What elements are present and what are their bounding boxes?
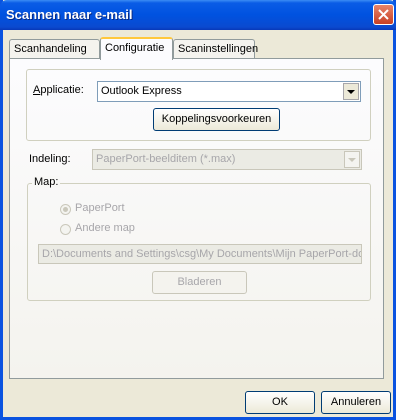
application-group: Applicatie: Outlook Express Koppelingsvo… [26,69,371,141]
window-title: Scannen naar e-mail [6,7,133,22]
tab-scanhandeling[interactable]: Scanhandeling [9,39,100,59]
chevron-down-icon [348,158,356,162]
configuratie-panel: Applicatie: Outlook Express Koppelingsvo… [9,58,384,379]
tab-scaninstellingen[interactable]: Scaninstellingen [173,39,259,59]
cancel-button[interactable]: Annuleren [321,391,391,414]
dialog-window: Scannen naar e-mail Scanhandeling Config… [0,0,396,420]
browse-button[interactable]: Bladeren [152,271,247,294]
paperport-option-label: PaperPort [75,202,125,214]
format-label: Indeling: [29,153,71,165]
radio-dot [63,207,68,212]
dropdown-button [344,151,360,168]
application-label: Applicatie: [33,84,84,96]
tab-label: Scanhandeling [14,43,87,55]
tab-configuratie[interactable]: Configuratie [100,37,173,60]
other-folder-option-label: Andere map [75,222,135,234]
application-select[interactable]: Outlook Express [97,81,361,102]
ok-button[interactable]: OK [245,391,315,414]
chevron-down-icon [347,90,355,94]
close-button[interactable] [373,4,394,25]
folder-path-field[interactable]: D:\Documents and Settings\csg\My Documen… [38,244,362,264]
button-label: Annuleren [330,396,382,408]
link-preferences-button[interactable]: Koppelingsvoorkeuren [153,108,280,131]
application-value: Outlook Express [101,85,182,97]
close-icon [378,9,389,20]
button-label: Koppelingsvoorkeuren [161,113,272,125]
folder-path-value: D:\Documents and Settings\csg\My Documen… [42,248,362,260]
format-select[interactable]: PaperPort-beelditem (*.max) [92,149,362,170]
radio-paperport[interactable] [60,204,71,215]
tab-label: Scaninstellingen [178,43,259,55]
button-label: OK [272,396,288,408]
tab-label: Configuratie [105,42,165,54]
folder-label: Map: [32,176,61,188]
title-bar[interactable]: Scannen naar e-mail [0,0,396,30]
folder-group: Map: PaperPort Andere map D:\Documents a… [27,176,371,301]
button-label: Bladeren [177,276,222,288]
radio-other-folder[interactable] [60,224,71,235]
dropdown-button[interactable] [343,83,359,100]
format-value: PaperPort-beelditem (*.max) [96,153,236,165]
